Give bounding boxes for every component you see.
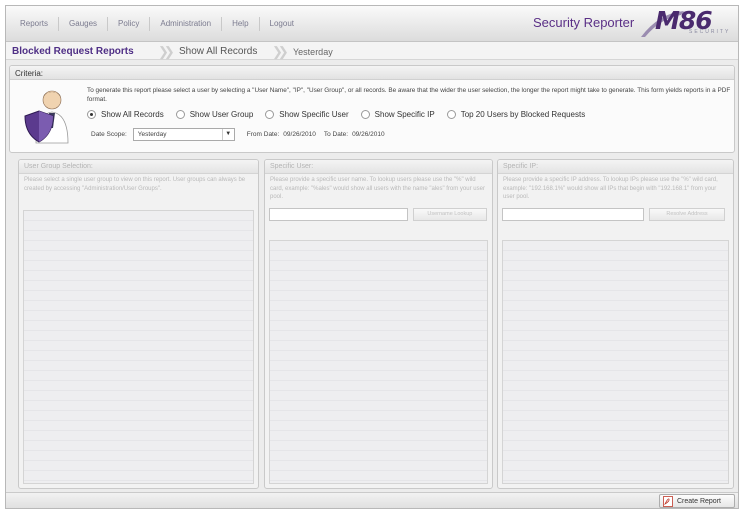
from-date-value: 09/26/2010 (283, 131, 316, 138)
username-lookup-button[interactable]: Username Lookup (412, 207, 487, 221)
radio-button[interactable] (175, 110, 185, 119)
option-label: Show Specific IP (374, 110, 435, 119)
option-show-all-records[interactable]: Show All Records (87, 110, 164, 119)
menu-reports[interactable]: Reports (10, 17, 60, 31)
logo-subtitle: SECURITY (689, 29, 731, 35)
criteria-title: Criteria: (15, 69, 44, 78)
option-top-20-users[interactable]: Top 20 Users by Blocked Requests (446, 110, 586, 119)
breadcrumb-date-scope: Yesterday (293, 47, 333, 57)
date-scope-value: Yesterday (137, 131, 167, 138)
m86-logo: M86 SECURITY (639, 6, 738, 39)
from-date-label: From Date: (246, 131, 280, 138)
specific-user-description: Please provide a specific user name. To … (270, 177, 485, 200)
record-filter-options: Show All Records Show User Group Show Sp… (87, 110, 597, 119)
username-lookup-row: Username Lookup (265, 202, 492, 225)
criteria-description: To generate this report please select a … (87, 87, 731, 103)
top-navigation-bar: Reports Gauges Policy Administration Hel… (6, 6, 738, 42)
option-label: Show User Group (189, 110, 254, 119)
breadcrumb-selection[interactable]: Show All Records (179, 46, 257, 57)
breadcrumb: Blocked Request Reports ❯❯ Show All Reco… (6, 42, 738, 60)
username-input[interactable] (269, 207, 408, 221)
menu-logout[interactable]: Logout (260, 17, 304, 31)
to-date-value: 09/26/2010 (352, 131, 385, 138)
menu-gauges[interactable]: Gauges (59, 17, 109, 31)
breadcrumb-separator-icon: ❯❯ (158, 44, 175, 59)
user-group-description: Please select a single user group to vie… (24, 177, 246, 192)
app-title: Security Reporter (533, 15, 635, 30)
to-date-label: To Date: (323, 131, 349, 138)
menu-policy[interactable]: Policy (108, 17, 151, 31)
specific-user-panel: Specific User: Please provide a specific… (264, 159, 493, 489)
bottom-action-bar: Create Report (6, 492, 738, 508)
user-group-panel: User Group Selection: Please select a si… (18, 159, 259, 489)
breadcrumb-report-type[interactable]: Blocked Request Reports (12, 46, 134, 57)
create-report-button[interactable]: Create Report (659, 494, 735, 508)
specific-ip-panel: Specific IP: Please provide a specific I… (497, 159, 734, 489)
specific-ip-panel-title: Specific IP: (498, 160, 733, 174)
breadcrumb-separator-icon: ❯❯ (272, 44, 289, 59)
date-scope-label: Date Scope: (91, 131, 127, 138)
criteria-panel: Criteria: To generate this report please… (9, 65, 735, 153)
specific-ip-list[interactable] (502, 240, 729, 484)
ip-address-input[interactable] (502, 207, 644, 221)
option-show-specific-ip[interactable]: Show Specific IP (360, 110, 435, 119)
create-report-label: Create Report (677, 497, 721, 505)
radio-button[interactable] (265, 110, 275, 119)
option-show-user-group[interactable]: Show User Group (175, 110, 254, 119)
user-group-panel-title: User Group Selection: (19, 160, 258, 174)
specific-ip-description: Please provide a specific IP address. To… (503, 177, 718, 200)
user-shield-icon (24, 90, 69, 144)
resolve-address-button[interactable]: Resolve Address (649, 207, 725, 221)
menu-help[interactable]: Help (222, 17, 260, 31)
menu-administration[interactable]: Administration (150, 17, 223, 31)
radio-button[interactable] (360, 110, 370, 119)
chevron-down-icon[interactable]: ▼ (221, 129, 234, 140)
option-show-specific-user[interactable]: Show Specific User (265, 110, 349, 119)
specific-user-panel-title: Specific User: (265, 160, 492, 174)
ip-lookup-row: Resolve Address (498, 202, 733, 225)
pdf-icon (663, 495, 673, 507)
specific-user-list[interactable] (269, 240, 488, 484)
option-label: Show Specific User (279, 110, 349, 119)
user-group-list[interactable] (23, 210, 254, 484)
date-scope-row: Date Scope: Yesterday ▼ From Date: 09/26… (91, 128, 393, 141)
option-label: Show All Records (101, 110, 164, 119)
main-menu: Reports Gauges Policy Administration Hel… (10, 17, 304, 31)
date-scope-select[interactable]: Yesterday ▼ (132, 128, 235, 141)
option-label: Top 20 Users by Blocked Requests (460, 110, 586, 119)
radio-button[interactable] (446, 110, 456, 119)
criteria-header: Criteria: (10, 66, 734, 80)
app-window: Reports Gauges Policy Administration Hel… (5, 5, 739, 509)
radio-button[interactable] (87, 110, 96, 119)
